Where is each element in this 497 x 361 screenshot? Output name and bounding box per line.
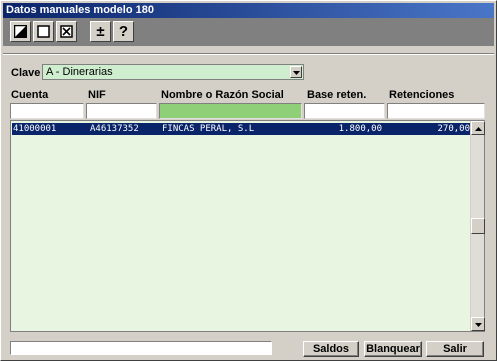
window-title: Datos manuales modelo 180 <box>6 4 154 16</box>
empty-square-icon <box>37 25 50 38</box>
plus-minus-icon: ± <box>96 23 105 40</box>
separator <box>3 53 494 55</box>
clave-label: Clave <box>11 67 41 79</box>
dropdown-arrow-button[interactable] <box>290 66 302 78</box>
scroll-thumb[interactable] <box>471 218 485 234</box>
new-button[interactable] <box>33 21 54 42</box>
dialog-window: Datos manuales modelo 180 ± ? Clave A - … <box>0 0 497 361</box>
chevron-up-icon <box>474 122 482 134</box>
half-filled-square-icon <box>14 25 27 38</box>
x-square-icon <box>60 25 73 38</box>
chevron-down-icon <box>292 65 300 79</box>
filter-nombre-input[interactable] <box>159 103 302 119</box>
cell-nif: A46137352 <box>90 124 139 134</box>
salir-button[interactable]: Salir <box>426 341 484 357</box>
column-header-retenciones: Retenciones <box>389 89 455 101</box>
table-row[interactable]: 41000001 A46137352 FINCAS PERAL, S.L 1.8… <box>12 123 470 135</box>
delete-button[interactable] <box>56 21 77 42</box>
plus-minus-button[interactable]: ± <box>90 21 111 42</box>
filter-base-input[interactable] <box>304 103 385 119</box>
scroll-up-button[interactable] <box>471 121 485 135</box>
column-header-base: Base reten. <box>307 89 367 101</box>
cell-retenciones: 270,00 <box>437 124 470 134</box>
clave-value: A - Dinerarias <box>46 66 113 78</box>
cell-cuenta: 41000001 <box>13 124 57 134</box>
blanquear-button[interactable]: Blanquear <box>364 341 422 357</box>
clave-dropdown[interactable]: A - Dinerarias <box>42 64 304 80</box>
question-icon: ? <box>118 23 129 40</box>
column-header-nombre: Nombre o Razón Social <box>161 89 284 101</box>
scroll-down-button[interactable] <box>471 317 485 331</box>
filter-cuenta-input[interactable] <box>10 103 84 119</box>
status-field <box>10 341 272 355</box>
data-grid: 41000001 A46137352 FINCAS PERAL, S.L 1.8… <box>10 120 485 332</box>
column-header-nif: NIF <box>88 89 106 101</box>
cell-nombre: FINCAS PERAL, S.L <box>162 124 255 134</box>
toolbar: ± ? <box>3 18 494 46</box>
help-button[interactable]: ? <box>113 21 134 42</box>
column-header-cuenta: Cuenta <box>11 89 49 101</box>
chevron-down-icon <box>474 318 482 330</box>
saldos-button[interactable]: Saldos <box>303 341 359 357</box>
filter-nif-input[interactable] <box>86 103 157 119</box>
cell-base: 1.800,00 <box>338 124 382 134</box>
vertical-scrollbar[interactable] <box>470 121 485 331</box>
filter-retenciones-input[interactable] <box>387 103 485 119</box>
title-bar: Datos manuales modelo 180 <box>3 3 494 18</box>
edit-button[interactable] <box>10 21 31 42</box>
